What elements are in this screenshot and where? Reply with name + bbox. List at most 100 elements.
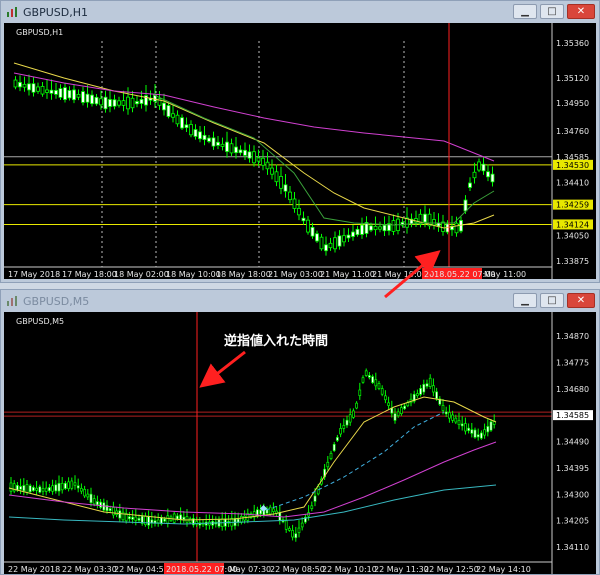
candle-body [284,520,288,530]
candle-body [57,482,61,492]
candle-body [396,411,400,417]
candle-body [86,493,90,498]
candle-body [112,99,117,107]
chart-area-h1[interactable]: GBPUSD,H1 1.35360 1.35120 1.34950 1.34760 1.… [4,23,596,279]
candle-body [121,100,126,106]
chart-area-m5[interactable]: GBPUSD,M5 1.34870 1.34775 1.34680 1.34585 1.… [4,312,596,574]
candle-body [373,225,378,231]
maximize-icon: □ [547,6,557,17]
price-label: 1.34585 [556,411,589,420]
price-chart-m5[interactable]: GBPUSD,M5 1.34870 1.34775 1.34680 1.34585 1.… [4,312,596,574]
candle-body [36,86,40,92]
candle-body [378,226,382,230]
candle-body [44,487,48,492]
candle-body [32,487,35,491]
candle-body [243,149,247,156]
minimize-button[interactable]: ▁ [513,293,537,308]
candle-body [25,484,29,493]
candle-body [89,493,93,503]
candle-body [451,414,454,421]
candle-body [477,161,481,171]
candle-body [464,423,467,432]
chart-symbol-label: GBPUSD,H1 [16,28,63,37]
candle-body [270,167,274,175]
time-label: 22 May 11:30 [374,565,429,574]
candle-body [472,171,477,179]
candle-body [48,487,51,492]
window-titlebar-h1[interactable]: GBPUSD,H1 ▁ □ ✕ [1,1,599,23]
candle-body [346,234,351,239]
candle-body [279,176,283,189]
candle-body [481,163,486,172]
candle-body [144,515,147,525]
candle-body [467,427,470,431]
candle-body [268,506,272,515]
price-label: 1.34760 [556,127,589,136]
candle-body [380,388,384,395]
candle-body [198,131,202,140]
window-titlebar-m5[interactable]: GBPUSD,M5 ▁ □ ✕ [1,290,599,312]
time-label: 22 May 2018 [8,565,60,574]
close-button[interactable]: ✕ [567,293,595,308]
close-button[interactable]: ✕ [567,4,595,19]
candle-body [419,388,422,395]
candle-body [137,518,141,521]
candle-body [13,79,18,88]
candle-body [225,141,229,152]
candle-body [188,518,192,523]
candle-body [45,89,49,93]
candle-body [83,489,86,497]
candle-body [480,432,483,439]
candle-body [147,516,150,526]
candle-body [310,226,315,237]
candle-body [22,83,27,88]
candle-body [333,237,337,250]
time-label: 17 May 18:00 [62,270,117,279]
candle-body [391,220,396,232]
candle-body [28,485,32,493]
maximize-button[interactable]: □ [540,293,564,308]
candle-body [400,407,403,415]
candle-body [64,482,67,489]
candle-body [265,161,270,170]
candle-body [288,191,292,201]
candle-body [259,509,262,515]
candle-body [166,515,170,524]
minimize-button[interactable]: ▁ [513,4,537,19]
candle-body [364,370,368,376]
price-label: 1.34110 [556,543,589,552]
candle-body [313,495,317,502]
candle-body [272,508,275,512]
candle-body [432,219,436,226]
candle-body [94,96,99,105]
candle-body [345,419,349,426]
candle-body [172,513,176,523]
candle-body [128,516,131,520]
candle-body [108,508,112,511]
price-label: 1.34124 [556,220,589,229]
candle-body [18,82,22,88]
price-label: 1.34775 [556,358,589,367]
price-label: 1.34410 [556,178,589,187]
candle-body [67,481,70,490]
candle-body [103,96,108,110]
candle-body [297,527,301,533]
candle-body [171,113,175,118]
candle-body [163,518,166,522]
price-chart-h1[interactable]: GBPUSD,H1 1.35360 1.35120 1.34950 1.34760 1.… [4,23,596,279]
candle-body [283,184,288,192]
time-label: 22 May 14:10 [476,565,531,574]
close-icon: ✕ [576,6,586,17]
price-label: 1.34950 [556,99,589,108]
candle-body [9,482,13,492]
moving-average-yellow [8,396,497,521]
candle-body [63,87,67,100]
candle-body [229,143,234,154]
candle-body [435,391,438,399]
candle-body [54,90,58,95]
maximize-button[interactable]: □ [540,4,564,19]
candle-body [35,487,38,491]
candle-body [448,412,451,419]
candle-body [166,105,171,117]
candle-body [476,434,480,438]
